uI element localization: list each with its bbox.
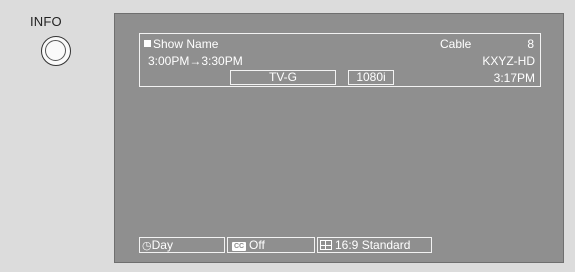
banner-row-time: 3:00PM→3:30PM KXYZ-HD <box>140 52 540 69</box>
aspect-ratio-icon <box>320 240 332 250</box>
input-source: Cable <box>440 37 472 51</box>
closed-caption-label: Off <box>249 238 265 252</box>
banner-row-title: Show Name Cable 8 <box>140 35 540 52</box>
show-name-text: Show Name <box>153 37 219 51</box>
square-icon <box>144 40 151 47</box>
day-mode-label: Day <box>151 238 173 252</box>
info-button[interactable] <box>41 36 71 66</box>
closed-caption-indicator: CC Off <box>227 237 315 253</box>
clock-icon: ◷ <box>142 240 152 252</box>
tv-screen: Show Name Cable 8 3:00PM→3:30PM KXYZ-HD … <box>114 13 564 263</box>
current-time: 3:17PM <box>493 71 535 85</box>
status-bar: ◷Day CC Off 16:9 Standard <box>139 237 432 253</box>
resolution-badge: 1080i <box>348 70 394 85</box>
cc-icon: CC <box>232 242 246 251</box>
program-time-range: 3:00PM→3:30PM <box>148 54 243 68</box>
rating-badge: TV-G <box>230 70 336 85</box>
info-banner: Show Name Cable 8 3:00PM→3:30PM KXYZ-HD … <box>139 33 541 87</box>
show-name: Show Name <box>144 37 218 51</box>
banner-row-details: TV-G 1080i 3:17PM <box>140 69 540 86</box>
channel-number: 8 <box>527 37 534 51</box>
day-mode-indicator: ◷Day <box>139 237 225 253</box>
aspect-ratio-label: 16:9 Standard <box>335 238 411 252</box>
station-name: KXYZ-HD <box>482 54 535 68</box>
info-label: INFO <box>30 14 62 29</box>
aspect-ratio-indicator: 16:9 Standard <box>317 237 432 253</box>
